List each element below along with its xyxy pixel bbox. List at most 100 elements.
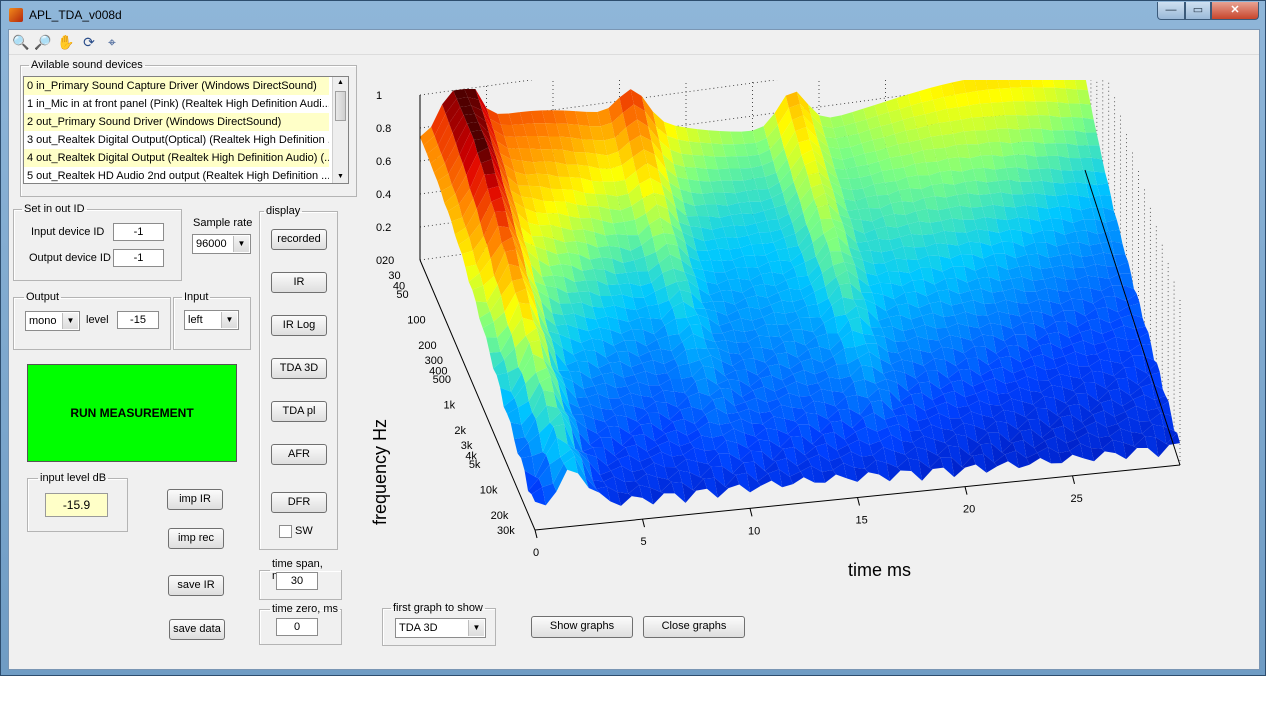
x-tick-label: 15	[856, 515, 868, 527]
z-tick-label: 0.2	[376, 222, 391, 234]
device-list-scrollbar[interactable]: ▲ ▼	[332, 77, 348, 183]
level-field[interactable]: -15	[117, 311, 159, 329]
y-tick-label: 100	[407, 314, 425, 326]
save-ir-button[interactable]: save IR	[168, 575, 224, 596]
inout-id-panel: Set in out ID	[13, 203, 182, 281]
sw-label: SW	[295, 525, 313, 537]
close-window-button[interactable]: ✕	[1211, 2, 1259, 20]
input-device-id-field[interactable]: -1	[113, 223, 164, 241]
x-tick-mark	[642, 519, 645, 528]
z-tick-label: 0.4	[376, 189, 391, 201]
output-device-id-field[interactable]: -1	[113, 249, 164, 267]
tda-pl-button[interactable]: TDA pl	[271, 401, 327, 422]
imp-ir-button[interactable]: imp IR	[167, 489, 223, 510]
rotate-3d-icon[interactable]: ⟳	[80, 33, 98, 51]
scroll-down-icon[interactable]: ▼	[333, 171, 348, 183]
output-mode-value: mono	[29, 315, 57, 327]
chevron-down-icon: ▼	[221, 312, 237, 328]
y-axis-label: frequency Hz	[370, 419, 390, 525]
z-tick-label: 0.6	[376, 156, 391, 168]
list-item[interactable]: 2 out_Primary Sound Driver (Windows Dire…	[24, 113, 329, 131]
x-tick-label: 5	[641, 536, 647, 548]
chevron-down-icon: ▼	[233, 236, 249, 252]
z-tick-label: 1	[376, 90, 382, 102]
pan-icon[interactable]: ✋	[57, 33, 75, 51]
y-tick-label: 20	[382, 255, 394, 267]
window-title: APL_TDA_v008d	[29, 8, 122, 22]
input-channel-select[interactable]: left ▼	[184, 310, 239, 330]
output-device-id-label: Output device ID	[29, 252, 111, 264]
matlab-app-icon	[9, 8, 23, 22]
recorded-button[interactable]: recorded	[271, 229, 327, 250]
z-tick-labels: 10.80.60.40.20	[376, 90, 391, 267]
minimize-button[interactable]: —	[1157, 2, 1185, 20]
list-item[interactable]: 1 in_Mic in at front panel (Pink) (Realt…	[24, 95, 329, 113]
device-list[interactable]: 0 in_Primary Sound Capture Driver (Windo…	[23, 76, 349, 184]
list-item[interactable]: 5 out_Realtek HD Audio 2nd output (Realt…	[24, 167, 329, 183]
x-axis-label: time ms	[848, 560, 911, 580]
surface-mesh	[420, 80, 1180, 506]
x-tick-label: 0	[533, 547, 539, 559]
y-tick-label: 10k	[480, 484, 498, 496]
input-level-readout: -15.9	[45, 493, 108, 517]
time-span-field[interactable]: 30	[276, 572, 318, 590]
level-label: level	[86, 314, 109, 326]
sample-rate-label: Sample rate	[193, 217, 253, 229]
zoom-out-icon[interactable]: 🔎	[34, 33, 52, 51]
x-tick-label: 20	[963, 504, 975, 516]
first-graph-value: TDA 3D	[399, 622, 438, 634]
ir-button[interactable]: IR	[271, 272, 327, 293]
afr-button[interactable]: AFR	[271, 444, 327, 465]
title-bar[interactable]: APL_TDA_v008d — ▭ ✕	[1, 1, 1265, 29]
y-tick-label: 5k	[469, 459, 481, 471]
input-legend: Input	[184, 291, 209, 303]
time-zero-field[interactable]: 0	[276, 618, 318, 636]
y-tick-label: 1k	[444, 399, 456, 411]
scroll-thumb[interactable]	[335, 91, 346, 121]
dfr-button[interactable]: DFR	[271, 492, 327, 513]
x-tick-label: 25	[1071, 493, 1083, 505]
y-tick-label: 2k	[454, 425, 466, 437]
scroll-up-icon[interactable]: ▲	[333, 77, 348, 89]
list-item[interactable]: 3 out_Realtek Digital Output(Optical) (R…	[24, 131, 329, 149]
x-tick-mark	[749, 508, 753, 517]
save-data-button[interactable]: save data	[169, 619, 225, 640]
first-graph-select[interactable]: TDA 3D ▼	[395, 618, 486, 638]
tda-3d-button[interactable]: TDA 3D	[271, 358, 327, 379]
list-item[interactable]: 0 in_Primary Sound Capture Driver (Windo…	[24, 77, 329, 95]
input-level-legend: input level dB	[40, 472, 107, 484]
z-tick-label: 0.8	[376, 123, 391, 135]
y-tick-label: 30k	[497, 525, 515, 537]
display-legend: display	[266, 205, 301, 217]
y-tick-label: 200	[418, 340, 436, 352]
output-mode-select[interactable]: mono ▼	[25, 311, 80, 331]
x-tick-label: 10	[748, 525, 760, 537]
show-graphs-button[interactable]: Show graphs	[531, 616, 633, 638]
maximize-button[interactable]: ▭	[1185, 2, 1211, 20]
x-tick-mark	[857, 497, 860, 506]
imp-rec-button[interactable]: imp rec	[168, 528, 224, 549]
inout-id-legend: Set in out ID	[24, 203, 85, 215]
sample-rate-select[interactable]: 96000 ▼	[192, 234, 251, 254]
input-channel-value: left	[188, 314, 203, 326]
x-tick-mark	[964, 486, 968, 495]
list-item[interactable]: 4 out_Realtek Digital Output (Realtek Hi…	[24, 149, 329, 167]
sample-rate-value: 96000	[196, 238, 227, 250]
y-tick-label: 20k	[491, 510, 509, 522]
close-graphs-button[interactable]: Close graphs	[643, 616, 745, 638]
y-tick-label: 50	[396, 289, 408, 301]
tda-3d-plot[interactable]: 10.80.60.40.20 203040501002003004005001k…	[360, 80, 1240, 600]
ir-log-button[interactable]: IR Log	[271, 315, 327, 336]
x-tick-mark	[1072, 475, 1075, 484]
sw-checkbox[interactable]	[279, 525, 292, 538]
sound-devices-legend: Avilable sound devices	[31, 59, 143, 71]
time-zero-legend: time zero, ms	[272, 603, 339, 615]
data-cursor-icon[interactable]: ⌖	[103, 33, 121, 51]
x-tick-mark	[534, 529, 538, 539]
run-measurement-button[interactable]: RUN MEASUREMENT	[27, 364, 237, 462]
chevron-down-icon: ▼	[468, 620, 484, 636]
y-tick-label: 500	[433, 374, 451, 386]
zoom-in-icon[interactable]: 🔍	[12, 33, 30, 51]
output-legend: Output	[26, 291, 60, 303]
figure-toolbar: 🔍 🔎 ✋ ⟳ ⌖	[9, 30, 1259, 55]
